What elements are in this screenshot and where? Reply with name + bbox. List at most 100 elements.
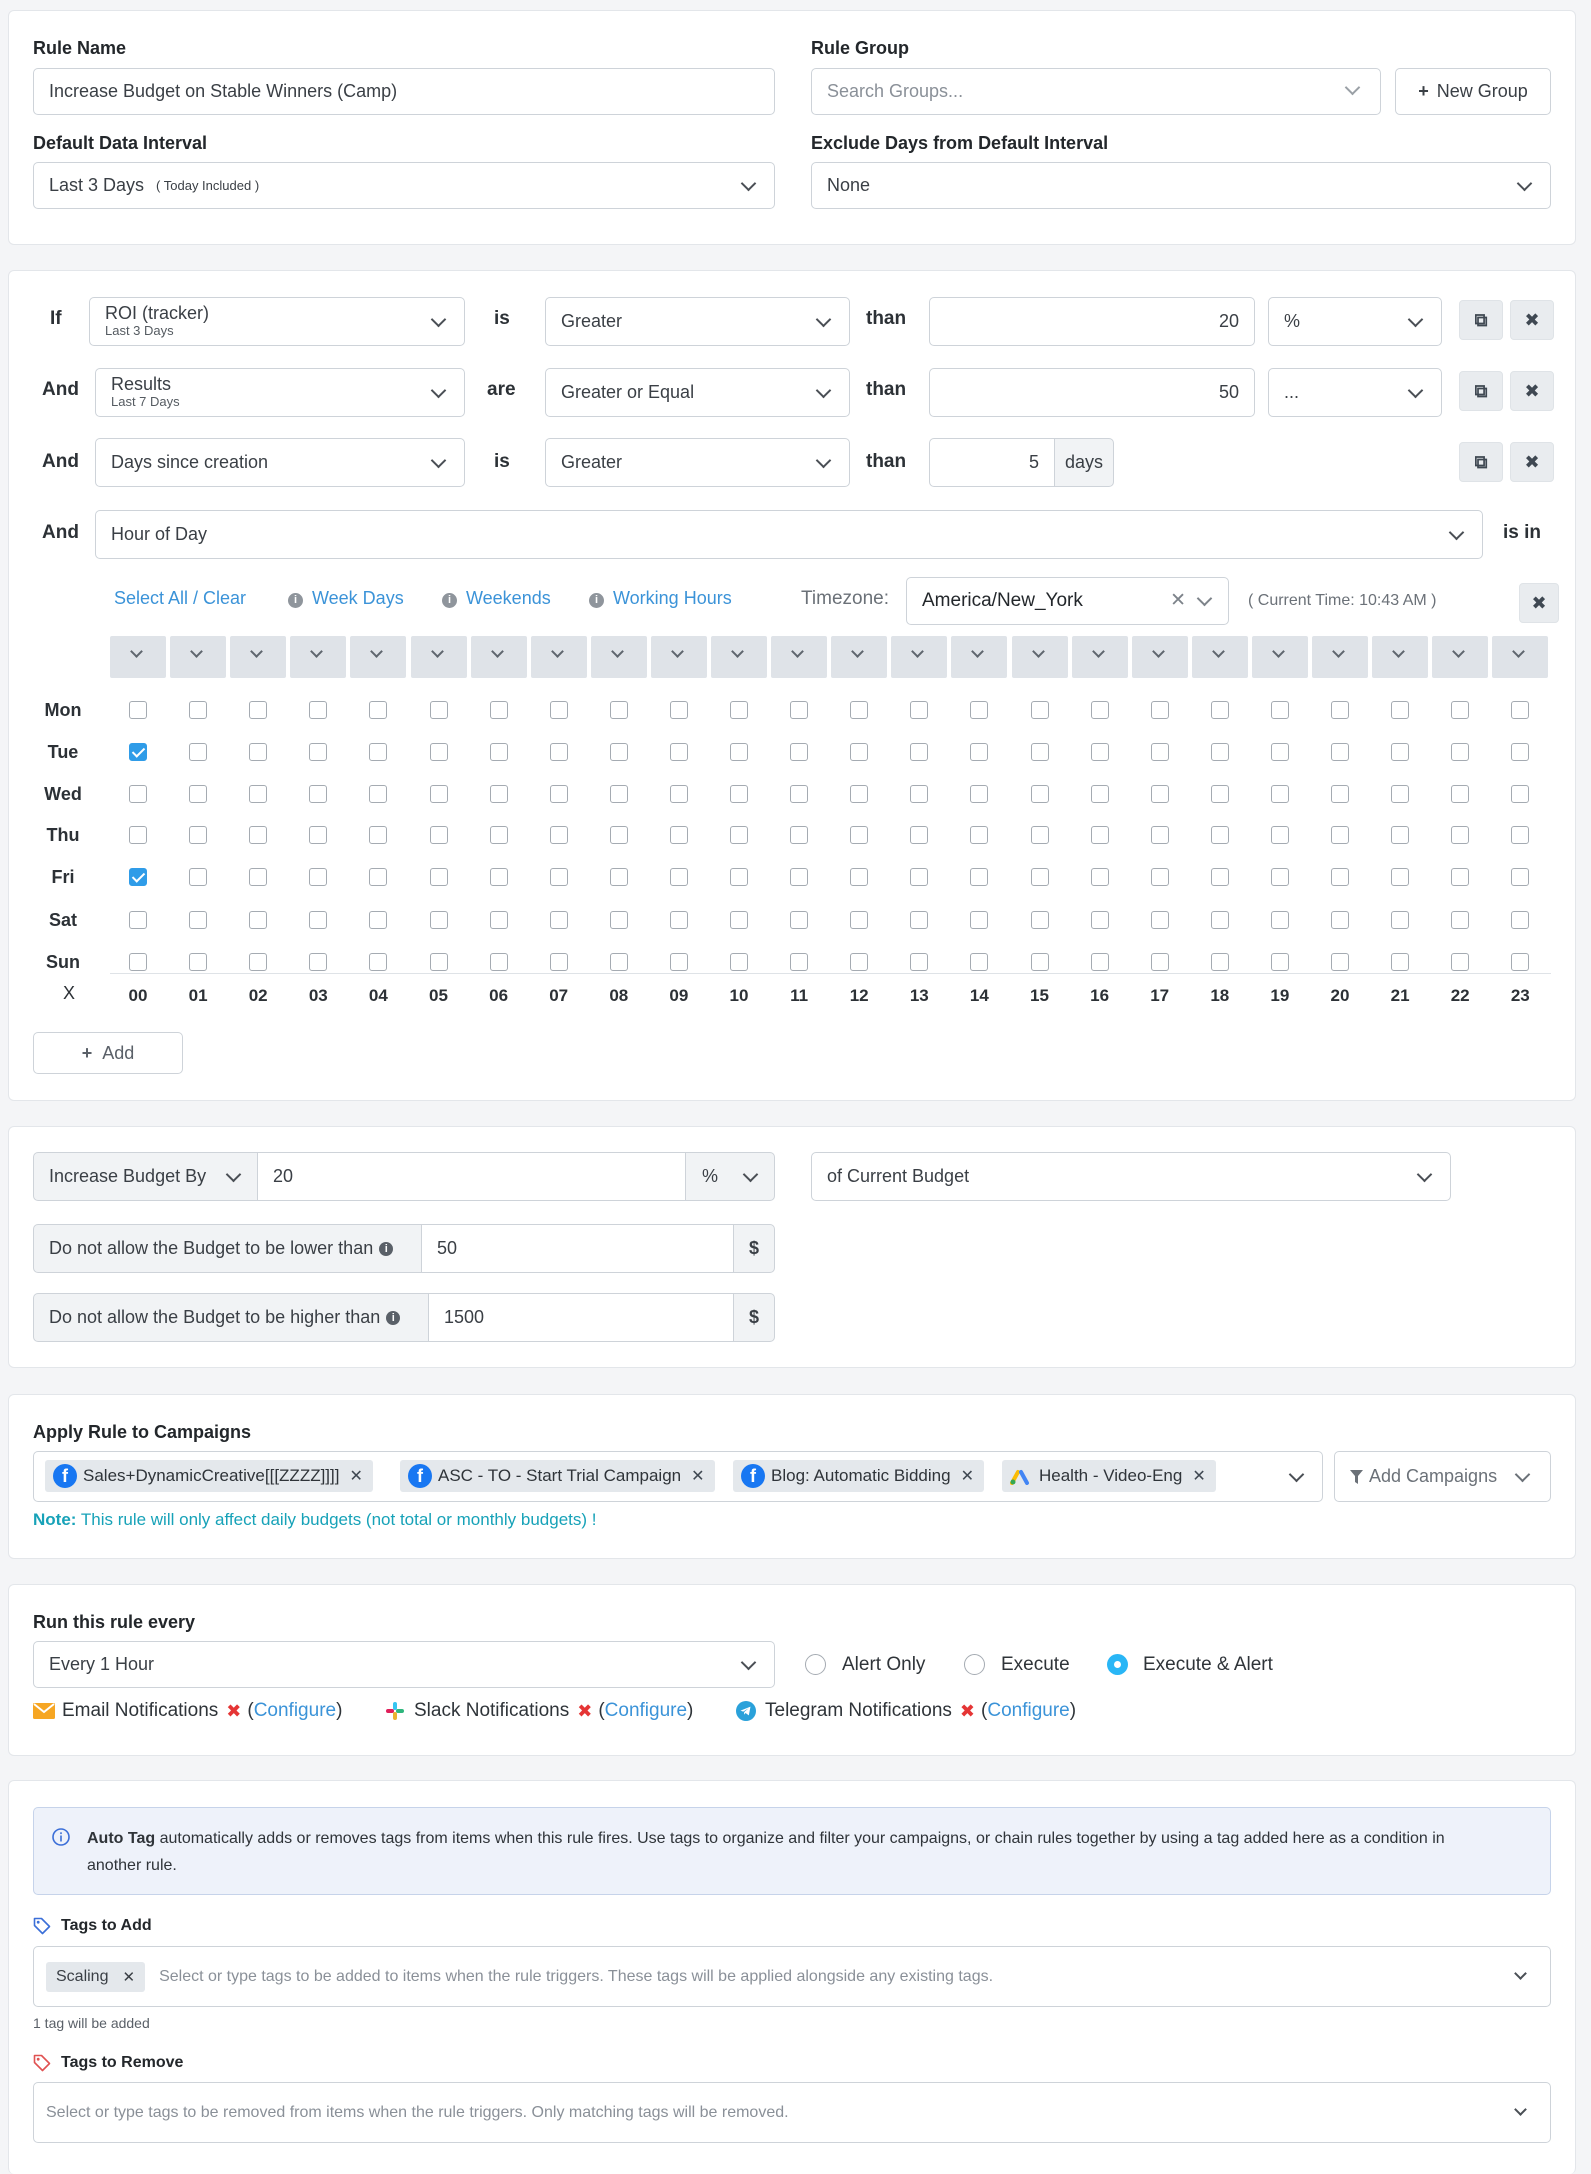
hour-checkbox[interactable] <box>1210 911 1229 929</box>
condition-metric-select[interactable]: ROI (tracker) Last 3 Days <box>89 297 465 346</box>
hour-checkbox[interactable] <box>790 868 809 886</box>
hour-column-toggle[interactable] <box>110 636 166 678</box>
hour-checkbox[interactable] <box>369 911 388 929</box>
condition-value-input[interactable]: 50 <box>929 368 1255 417</box>
hour-checkbox[interactable] <box>910 911 929 929</box>
condition-operator-select[interactable]: Greater <box>545 297 850 346</box>
hour-checkbox[interactable] <box>369 953 388 971</box>
hour-column-toggle[interactable] <box>1191 636 1248 678</box>
hour-checkbox[interactable] <box>970 785 989 803</box>
hour-checkbox[interactable] <box>970 953 989 971</box>
condition-metric-select[interactable]: Results Last 7 Days <box>95 368 465 417</box>
hour-checkbox[interactable] <box>669 826 688 844</box>
hour-checkbox[interactable] <box>189 826 208 844</box>
hour-checkbox[interactable] <box>1210 868 1229 886</box>
hour-checkbox[interactable] <box>730 868 748 886</box>
campaign-chip[interactable]: Health - Video-Eng ✕ <box>1002 1460 1216 1492</box>
hour-checkbox[interactable] <box>129 701 147 719</box>
hour-checkbox[interactable] <box>1451 785 1470 803</box>
hour-checkbox[interactable] <box>1210 785 1229 803</box>
hour-checkbox[interactable] <box>1451 868 1470 886</box>
rule-name-input[interactable]: Increase Budget on Stable Winners (Camp) <box>33 68 775 115</box>
hour-checkbox[interactable] <box>309 743 328 761</box>
hour-checkbox[interactable] <box>309 868 328 886</box>
hour-checkbox[interactable] <box>730 953 748 971</box>
working-hours-link[interactable]: i Working Hours <box>589 588 732 609</box>
hour-checkbox[interactable] <box>489 911 508 929</box>
hour-checkbox[interactable] <box>189 785 208 803</box>
weekends-link[interactable]: i Weekends <box>442 588 551 609</box>
hour-checkbox[interactable] <box>1210 743 1229 761</box>
hour-column-toggle[interactable] <box>350 636 407 678</box>
hour-checkbox[interactable] <box>489 785 508 803</box>
hour-checkbox[interactable] <box>609 868 628 886</box>
hour-checkbox[interactable] <box>1030 953 1049 971</box>
condition-value-input[interactable]: 20 <box>929 297 1255 346</box>
hour-of-day-select[interactable]: Hour of Day <box>95 510 1483 559</box>
hour-column-toggle[interactable] <box>1432 636 1489 678</box>
hour-checkbox[interactable] <box>1511 826 1530 844</box>
hour-checkbox[interactable] <box>429 701 448 719</box>
hour-column-toggle[interactable] <box>1131 636 1188 678</box>
hour-checkbox[interactable] <box>910 743 929 761</box>
hour-checkbox[interactable] <box>1270 911 1289 929</box>
hour-column-toggle[interactable] <box>410 636 467 678</box>
hour-checkbox[interactable] <box>669 785 688 803</box>
campaign-chip[interactable]: f ASC - TO - Start Trial Campaign ✕ <box>400 1460 715 1492</box>
remove-condition-button[interactable]: ✖ <box>1510 371 1554 411</box>
hour-checkbox[interactable] <box>1331 868 1349 886</box>
hour-checkbox[interactable] <box>129 911 147 929</box>
hour-checkbox[interactable] <box>1210 953 1229 971</box>
hour-column-toggle[interactable] <box>230 636 287 678</box>
hour-checkbox[interactable] <box>1391 953 1410 971</box>
hour-checkbox[interactable] <box>1150 868 1169 886</box>
tags-to-add-select[interactable]: Scaling ✕ Select or type tags to be added… <box>33 1946 1551 2007</box>
slack-configure-link[interactable]: Configure <box>605 1700 687 1722</box>
hour-checkbox[interactable] <box>1511 953 1530 971</box>
alert-only-radio[interactable] <box>805 1654 826 1675</box>
hour-checkbox[interactable] <box>549 868 568 886</box>
hour-checkbox[interactable] <box>1150 743 1169 761</box>
hour-checkbox[interactable] <box>1270 826 1289 844</box>
hour-checkbox[interactable] <box>1511 701 1530 719</box>
hour-checkbox[interactable] <box>1150 826 1169 844</box>
condition-unit-select[interactable]: ... <box>1268 368 1442 417</box>
hour-checkbox[interactable] <box>1030 785 1049 803</box>
hour-checkbox[interactable] <box>309 911 328 929</box>
hour-checkbox[interactable] <box>369 868 388 886</box>
hour-checkbox[interactable] <box>970 911 989 929</box>
hour-checkbox[interactable] <box>730 911 748 929</box>
hour-column-toggle[interactable] <box>530 636 587 678</box>
budget-basis-select[interactable]: of Current Budget <box>811 1152 1451 1201</box>
hour-column-toggle[interactable] <box>831 636 888 678</box>
hour-checkbox[interactable] <box>1451 701 1470 719</box>
hour-checkbox[interactable] <box>910 953 929 971</box>
hour-checkbox[interactable] <box>189 953 208 971</box>
hour-checkbox[interactable] <box>669 868 688 886</box>
duplicate-condition-button[interactable]: ⧉ <box>1459 442 1503 482</box>
hour-checkbox[interactable] <box>1090 868 1109 886</box>
hour-checkbox[interactable] <box>850 826 869 844</box>
hour-checkbox[interactable] <box>790 953 809 971</box>
hour-checkbox[interactable] <box>249 953 268 971</box>
hour-checkbox[interactable] <box>1331 953 1349 971</box>
hour-checkbox[interactable] <box>189 701 208 719</box>
hour-checkbox[interactable] <box>1270 743 1289 761</box>
hour-checkbox[interactable] <box>1150 911 1169 929</box>
hour-checkbox[interactable] <box>1270 785 1289 803</box>
hour-column-toggle[interactable] <box>951 636 1008 678</box>
hour-checkbox[interactable] <box>790 911 809 929</box>
hour-checkbox[interactable] <box>850 911 869 929</box>
hour-column-toggle[interactable] <box>1372 636 1429 678</box>
condition-unit-select[interactable]: % <box>1268 297 1442 346</box>
hour-checkbox[interactable] <box>489 953 508 971</box>
hour-column-toggle[interactable] <box>891 636 948 678</box>
tag-chip[interactable]: Scaling ✕ <box>46 1961 146 1992</box>
hour-checkbox[interactable] <box>609 953 628 971</box>
hour-checkbox[interactable] <box>910 868 929 886</box>
hour-checkbox[interactable] <box>1391 701 1410 719</box>
hour-checkbox[interactable] <box>1511 868 1530 886</box>
hour-column-toggle[interactable] <box>711 636 767 678</box>
hour-checkbox[interactable] <box>1030 701 1049 719</box>
duplicate-condition-button[interactable]: ⧉ <box>1459 371 1503 411</box>
